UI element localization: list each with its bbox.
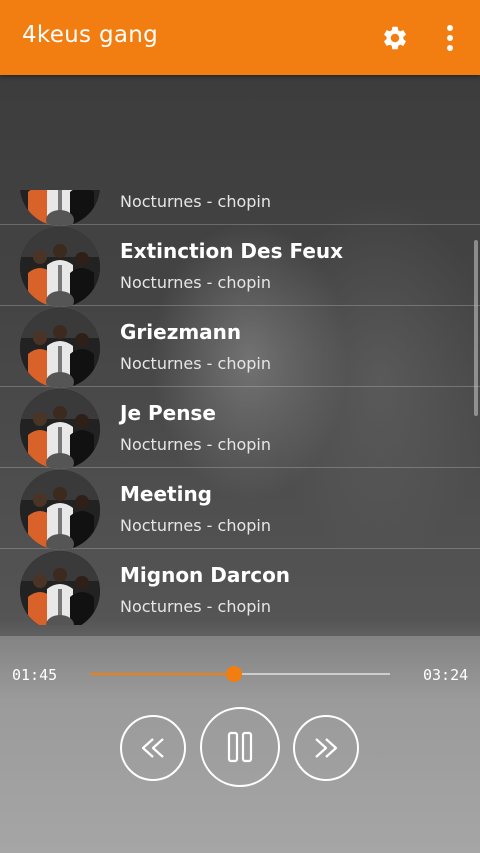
song-row[interactable]: Extinction Des Feux Nocturnes - chopin [0,225,480,307]
album-art [20,389,100,469]
song-title: Je Pense [120,401,216,425]
fast-forward-button[interactable] [293,715,359,781]
seek-bar[interactable] [90,666,390,682]
pause-button[interactable] [200,707,280,787]
song-subtitle: Nocturnes - chopin [120,354,271,373]
more-vert-icon[interactable] [440,22,460,54]
song-title: Mignon Darcon [120,563,291,587]
song-subtitle: Nocturnes - chopin [120,192,271,211]
app-title: 4keus gang [22,22,159,48]
gear-icon[interactable] [381,24,409,52]
song-title: Griezmann [120,320,242,344]
fast-forward-icon [315,738,338,758]
song-subtitle: Nocturnes - chopin [120,435,271,454]
song-row[interactable]: Meeting Nocturnes - chopin [0,468,480,550]
album-art [20,190,100,226]
song-row[interactable]: Griezmann Nocturnes - chopin [0,306,480,388]
song-list[interactable]: Nocturnes - chopin Extinction Des Feux No… [0,190,480,625]
album-art [20,308,100,388]
song-title: Extinction Des Feux [120,239,344,263]
song-row[interactable]: Je Pense Nocturnes - chopin [0,387,480,469]
current-time: 01:45 [12,666,58,684]
album-art [20,227,100,307]
song-subtitle: Nocturnes - chopin [120,597,271,616]
seek-bar-thumb[interactable] [226,666,242,682]
app-bar: 4keus gang [0,0,480,75]
rewind-button[interactable] [120,715,186,781]
song-row[interactable]: Mignon Darcon Nocturnes - chopin [0,549,480,625]
song-subtitle: Nocturnes - chopin [120,516,271,535]
album-art [20,470,100,550]
pause-icon [227,731,253,763]
song-row[interactable]: Nocturnes - chopin [0,190,480,226]
song-subtitle: Nocturnes - chopin [120,273,271,292]
album-art [20,551,100,625]
song-title: Meeting [120,482,213,506]
total-time: 03:24 [423,666,469,684]
list-scrollbar[interactable] [474,240,478,416]
rewind-icon [141,738,164,758]
seek-bar-progress [90,673,234,675]
player-controls: 01:45 03:24 [0,636,480,853]
